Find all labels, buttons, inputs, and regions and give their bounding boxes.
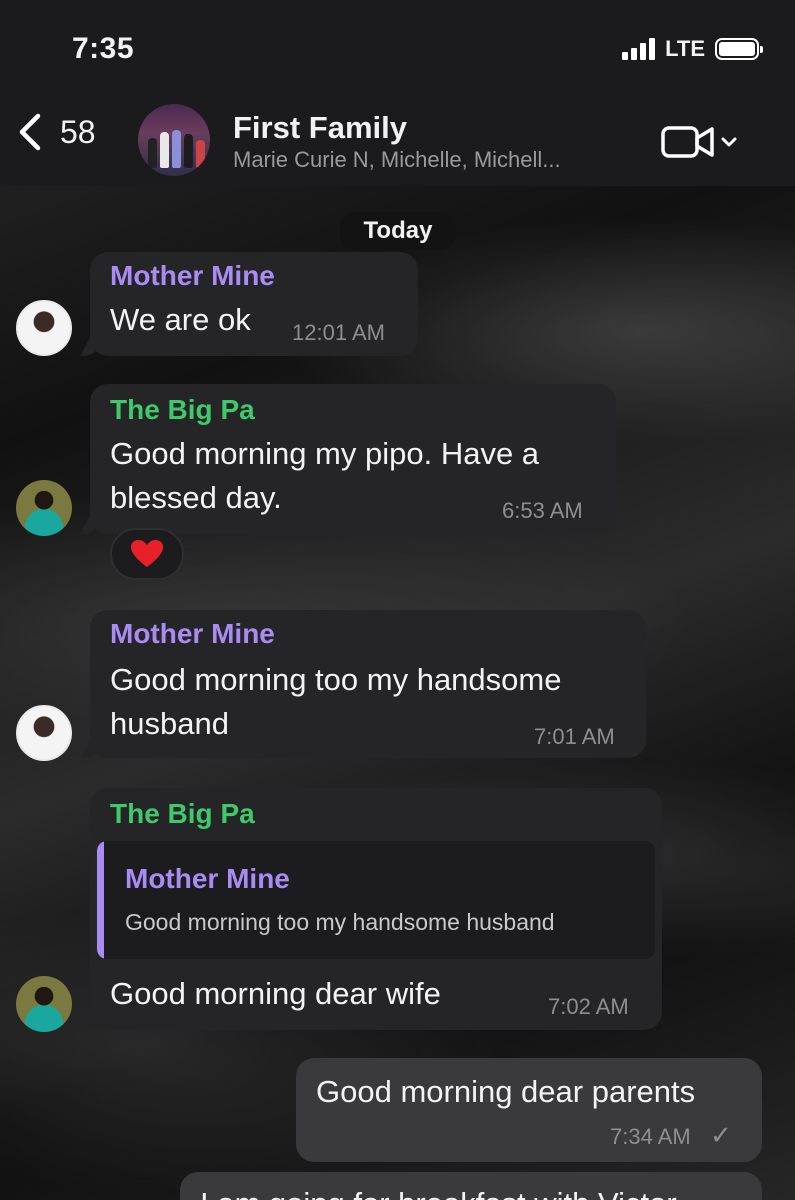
reaction-badge[interactable]	[110, 528, 184, 580]
message-text: Good morning my pipo. Have a	[110, 436, 540, 471]
sender-name[interactable]: Mother Mine	[110, 260, 275, 292]
message-bubble[interactable]: Mother Mine Good morning too my handsome…	[90, 610, 646, 758]
status-time: 7:35	[72, 32, 135, 65]
video-call-button[interactable]	[660, 122, 738, 162]
chat-title[interactable]: First Family	[233, 110, 407, 146]
network-label: LTE	[665, 36, 705, 61]
battery-icon	[715, 38, 763, 60]
message-bubble[interactable]: The Big Pa Good morning my pipo. Have a …	[90, 384, 616, 534]
reply-text: Good morning too my handsome husband	[125, 909, 555, 935]
chevron-down-icon	[721, 137, 737, 147]
message-time: 7:01 AM	[534, 724, 615, 749]
sender-name[interactable]: The Big Pa	[110, 798, 255, 830]
message-text: Good morning dear parents	[316, 1074, 696, 1109]
video-camera-icon	[661, 126, 714, 158]
reply-accent-bar	[97, 841, 104, 959]
message-text: We are ok	[110, 302, 251, 337]
message-bubble-outgoing[interactable]: Good morning dear parents 7:34 AM ✓	[296, 1058, 762, 1162]
chat-members[interactable]: Marie Curie N, Michelle, Michell...	[233, 147, 561, 173]
status-icons: LTE	[622, 36, 763, 62]
chevron-left-icon	[19, 113, 41, 151]
read-check-icon: ✓	[710, 1120, 732, 1150]
message-bubble-outgoing[interactable]: I am going for breakfast with Victor	[180, 1172, 762, 1200]
message-text: I am going for breakfast with Victor	[200, 1182, 677, 1200]
avatar[interactable]	[16, 705, 72, 761]
message-text: husband	[110, 706, 229, 741]
quoted-reply[interactable]: Mother Mine Good morning too my handsome…	[97, 841, 655, 959]
message-text: blessed day.	[110, 480, 282, 515]
heart-icon	[131, 540, 163, 567]
date-divider: Today	[340, 212, 456, 250]
sender-name[interactable]: Mother Mine	[110, 618, 275, 650]
avatar[interactable]	[16, 480, 72, 536]
message-time: 7:34 AM	[610, 1124, 691, 1149]
message-time: 6:53 AM	[502, 498, 583, 523]
unread-count: 58	[60, 113, 96, 150]
avatar[interactable]	[16, 976, 72, 1032]
sender-name[interactable]: The Big Pa	[110, 394, 255, 426]
message-time: 7:02 AM	[548, 994, 629, 1019]
message-text: Good morning dear wife	[110, 976, 441, 1011]
reply-sender: Mother Mine	[125, 863, 290, 894]
group-avatar[interactable]	[138, 104, 210, 176]
message-bubble[interactable]: Mother Mine We are ok 12:01 AM	[90, 252, 418, 356]
message-text: Good morning too my handsome	[110, 662, 562, 697]
message-time: 12:01 AM	[292, 320, 385, 345]
chat-header: 7:35 LTE 58 First Family Marie Curie N, …	[0, 0, 795, 186]
back-button[interactable]: 58	[14, 112, 96, 152]
signal-icon	[622, 38, 656, 60]
avatar[interactable]	[16, 300, 72, 356]
